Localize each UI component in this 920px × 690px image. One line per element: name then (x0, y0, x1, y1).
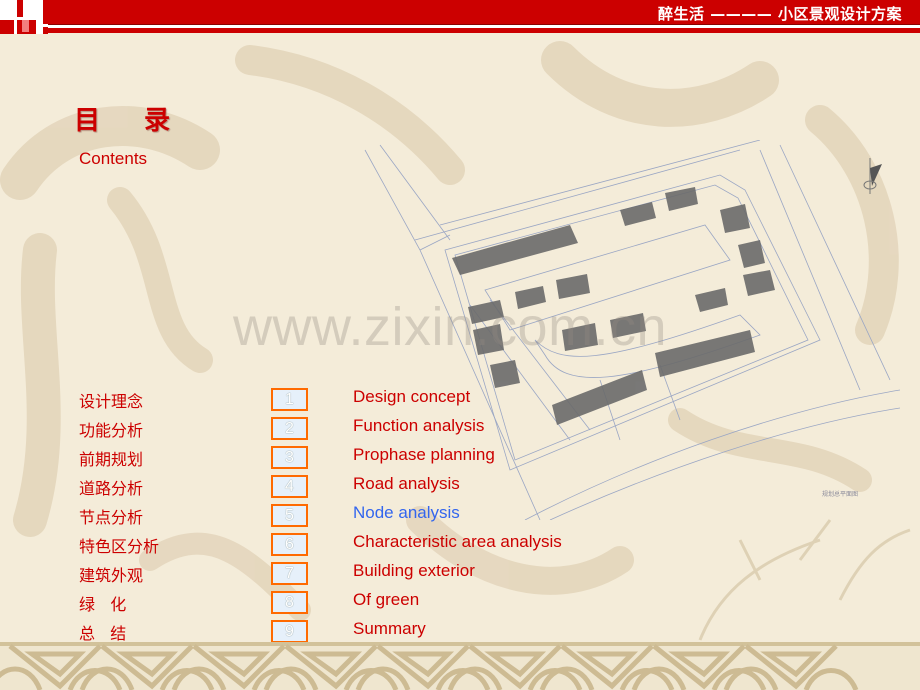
toc-item-cn-label: 功能分析 (79, 421, 144, 440)
toc-item-cn-label: 节点分析 (79, 508, 144, 527)
toc-item-cn-label: 道路分析 (79, 479, 144, 498)
page-title: 目录 (74, 100, 170, 137)
toc-item-summary[interactable]: 总 结 9 Summary (0, 615, 700, 644)
toc-item-node-analysis[interactable]: 节点分析 5 Node analysis (0, 499, 700, 528)
toc-number-badge[interactable]: 4 (271, 475, 308, 498)
toc-number-badge[interactable]: 3 (271, 446, 308, 469)
toc-item-en-label-active[interactable]: Node analysis (353, 503, 460, 523)
toc-number-badge[interactable]: 7 (271, 562, 308, 585)
page-title-char-1: 目 (74, 106, 101, 136)
toc-item-en-label[interactable]: Design concept (353, 387, 470, 407)
site-plan-caption: 规划总平面图 (822, 491, 859, 498)
toc-item-cn-label: 前期规划 (79, 450, 144, 469)
toc-item-en-label[interactable]: Of green (353, 590, 419, 610)
header-title: 醉生活 ———— 小区景观设计方案 (658, 5, 902, 23)
toc-number-badge[interactable]: 2 (271, 417, 308, 440)
toc-number-badge[interactable]: 8 (271, 591, 308, 614)
toc-item-characteristic-area[interactable]: 特色区分析 6 Characteristic area analysis (0, 528, 700, 557)
toc-item-en-label[interactable]: Characteristic area analysis (353, 532, 562, 552)
logo-icon (0, 0, 48, 34)
toc-item-en-label[interactable]: Road analysis (353, 474, 460, 494)
toc-item-cn-label: 设计理念 (79, 392, 144, 411)
toc-item-road-analysis[interactable]: 道路分析 4 Road analysis (0, 470, 700, 499)
toc-number-badge[interactable]: 9 (271, 620, 308, 643)
toc-number-badge[interactable]: 6 (271, 533, 308, 556)
toc-item-en-label[interactable]: Building exterior (353, 561, 475, 581)
toc-item-cn-label: 建筑外观 (79, 566, 144, 585)
toc-item-cn-label: 特色区分析 (79, 537, 160, 556)
toc-item-of-green[interactable]: 绿 化 8 Of green (0, 586, 700, 615)
toc-item-building-exterior[interactable]: 建筑外观 7 Building exterior (0, 557, 700, 586)
toc-item-en-label[interactable]: Function analysis (353, 416, 484, 436)
toc-item-design-concept[interactable]: 设计理念 1 Design concept (0, 383, 700, 412)
toc-item-cn-label: 总 结 (79, 624, 127, 643)
toc-number-badge[interactable]: 1 (271, 388, 308, 411)
north-arrow-icon (863, 158, 882, 194)
toc-number-badge[interactable]: 5 (271, 504, 308, 527)
toc-item-en-label[interactable]: Prophase planning (353, 445, 495, 465)
page-subtitle: Contents (79, 149, 148, 168)
toc-item-prophase-planning[interactable]: 前期规划 3 Prophase planning (0, 441, 700, 470)
toc-item-cn-label: 绿 化 (79, 595, 127, 614)
toc-item-function-analysis[interactable]: 功能分析 2 Function analysis (0, 412, 700, 441)
page-title-char-2: 录 (144, 106, 171, 136)
decorative-footer-band (0, 642, 920, 690)
header-underline (28, 28, 920, 33)
toc-item-en-label[interactable]: Summary (353, 619, 426, 639)
